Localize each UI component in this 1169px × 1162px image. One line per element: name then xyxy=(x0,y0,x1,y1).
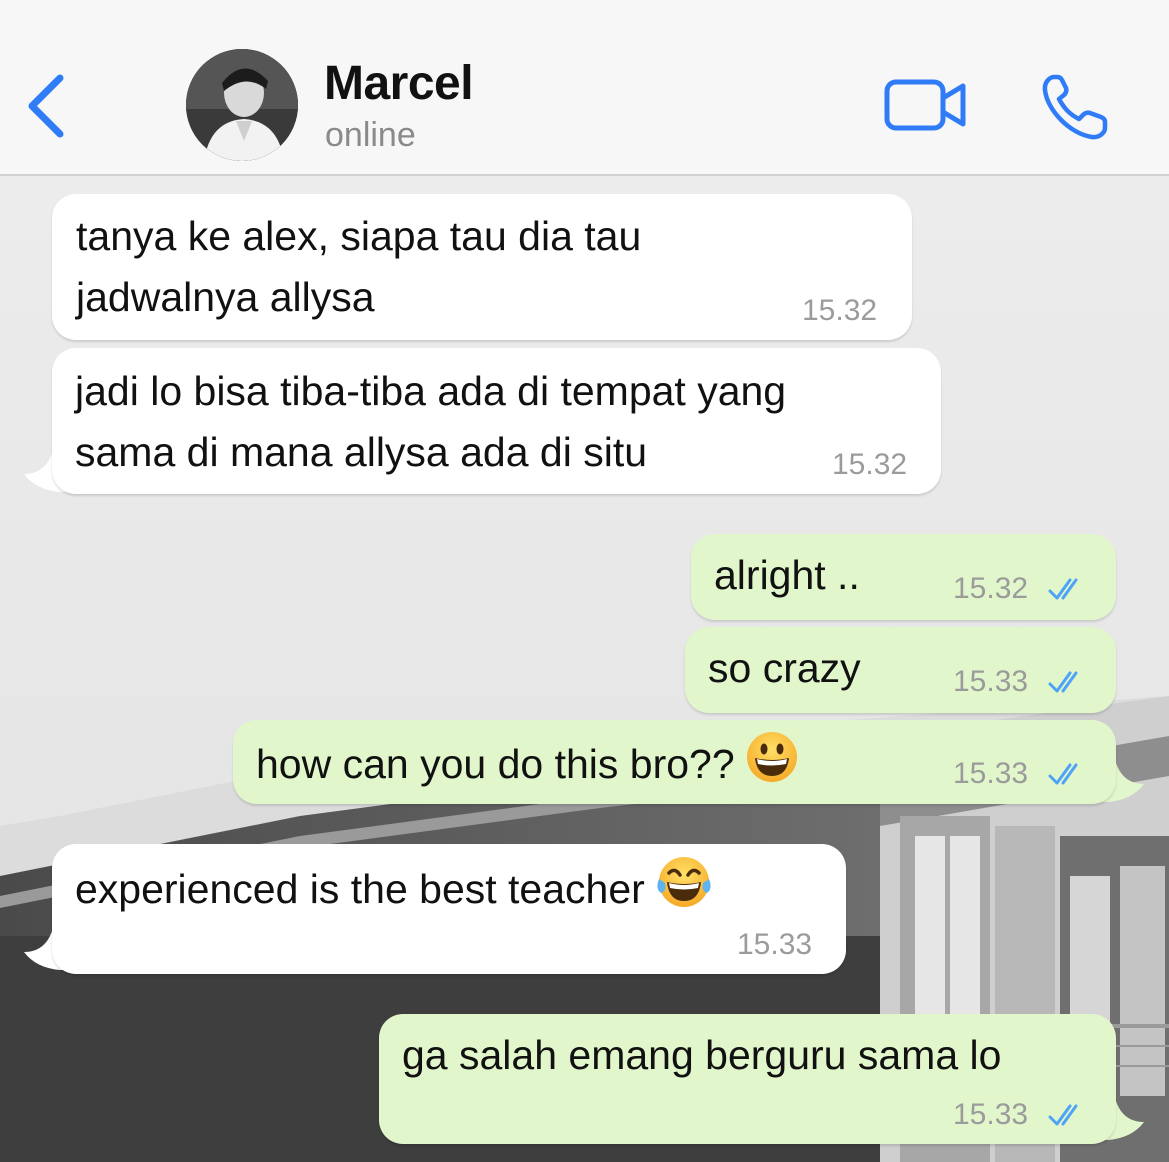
message-text: sama di mana allysa ada di situ xyxy=(75,429,648,475)
chevron-left-icon xyxy=(28,74,64,138)
chat-header: Marcel online xyxy=(0,0,1169,176)
message-text: how can you do this bro?? xyxy=(256,730,799,795)
message-text: ga salah emang berguru sama lo xyxy=(402,1032,1002,1078)
message-bubble-outgoing[interactable]: alright .. 15.32 xyxy=(691,534,1116,620)
contact-avatar[interactable] xyxy=(186,49,298,161)
message-text: alright .. xyxy=(714,552,860,598)
message-text: so crazy xyxy=(708,645,861,691)
face-with-tears-of-joy-emoji-icon xyxy=(657,857,711,907)
message-text: tanya ke alex, siapa tau dia tau xyxy=(76,213,642,259)
read-receipt-icon xyxy=(1048,671,1078,693)
read-receipt-icon xyxy=(1048,578,1078,600)
message-text: experienced is the best teacher xyxy=(75,855,713,920)
chat-screen: Marcel online tanya ke alex, siapa tau d… xyxy=(0,0,1169,1162)
message-time: 15.33 xyxy=(953,665,1029,698)
voice-call-button[interactable] xyxy=(1040,72,1110,142)
grinning-face-emoji-icon xyxy=(746,732,797,782)
message-text: jadi lo bisa tiba-tiba ada di tempat yan… xyxy=(75,368,787,414)
message-time: 15.33 xyxy=(953,757,1029,790)
message-bubble-outgoing[interactable]: so crazy 15.33 xyxy=(685,627,1116,713)
read-receipt-icon xyxy=(1048,1104,1078,1126)
message-bubble-incoming[interactable]: tanya ke alex, siapa tau dia tau jadwaln… xyxy=(52,194,912,340)
message-text-content: experienced is the best teacher xyxy=(75,866,645,912)
message-time: 15.33 xyxy=(737,928,813,961)
contact-name[interactable]: Marcel xyxy=(324,56,474,111)
phone-icon xyxy=(1042,74,1108,140)
message-time: 15.33 xyxy=(953,1098,1029,1131)
avatar-photo xyxy=(186,49,298,161)
message-bubble-incoming[interactable]: jadi lo bisa tiba-tiba ada di tempat yan… xyxy=(52,348,941,494)
message-time: 15.32 xyxy=(953,572,1029,605)
message-text-content: how can you do this bro?? xyxy=(256,741,735,787)
message-text: jadwalnya allysa xyxy=(76,274,375,320)
video-call-button[interactable] xyxy=(884,78,968,134)
contact-status: online xyxy=(325,116,416,154)
message-bubble-incoming[interactable]: experienced is the best teacher 15.33 xyxy=(52,844,846,974)
message-time: 15.32 xyxy=(802,294,878,327)
back-button[interactable] xyxy=(22,66,72,146)
message-bubble-outgoing[interactable]: how can you do this bro?? 15.33 xyxy=(233,720,1116,804)
message-bubble-outgoing[interactable]: ga salah emang berguru sama lo 15.33 xyxy=(379,1014,1116,1144)
video-camera-icon xyxy=(884,79,966,131)
message-time: 15.32 xyxy=(832,448,908,481)
read-receipt-icon xyxy=(1048,763,1078,785)
